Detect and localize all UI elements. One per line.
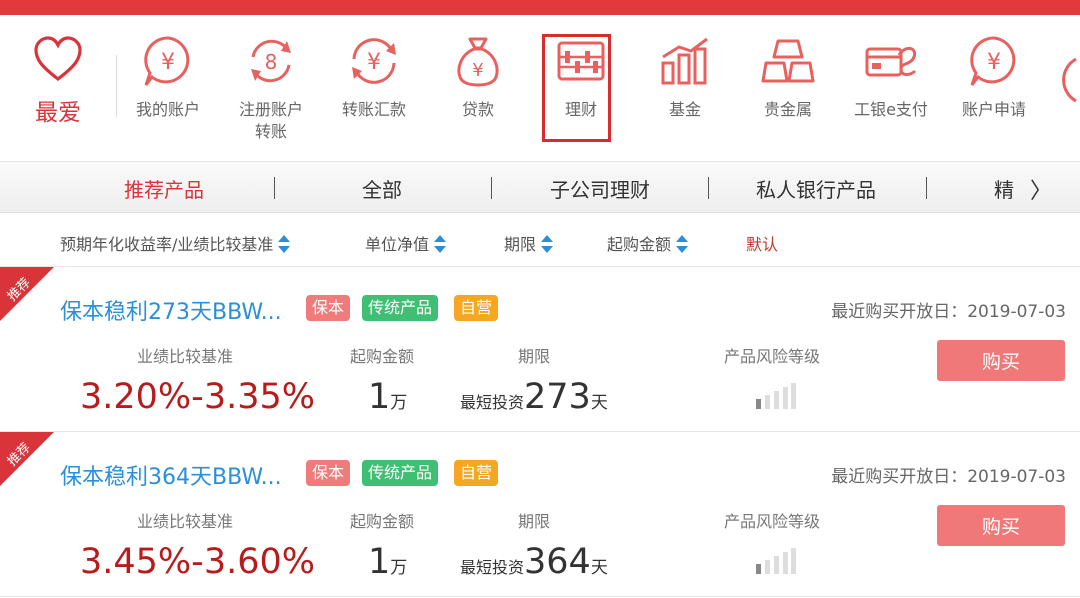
sort-by-yield[interactable]: 预期年化收益率/业绩比较基准 <box>60 231 291 255</box>
nav-transfer-remit[interactable]: ¥ 转账汇款 <box>322 33 426 121</box>
header-benchmark: 业绩比较基准 <box>137 512 234 531</box>
tag-traditional: 传统产品 <box>362 295 439 321</box>
term: 最短投资273天 <box>460 377 608 417</box>
recommend-ribbon: 推荐 <box>0 267 54 321</box>
risk-level-bars-icon <box>756 548 796 574</box>
tab-featured[interactable]: 精 <box>994 174 1014 203</box>
gold-bars-icon <box>761 39 815 83</box>
open-date: 最近购买开放日：2019-07-03 <box>831 467 1066 487</box>
sort-label: 起购金额 <box>607 235 672 254</box>
nav-label: 贵金属 <box>763 100 812 119</box>
category-tabs: 推荐产品 全部 子公司理财 私人银行产品 精 〉 <box>0 161 1080 213</box>
yen-bubble-icon: ¥ <box>144 36 190 86</box>
product-card[interactable]: 推荐 保本稳利273天BBW... 保本 传统产品 自营 最近购买开放日：201… <box>0 267 1080 432</box>
tabs-scroll-right-icon[interactable]: 〉 <box>1030 173 1052 205</box>
tab-divider <box>274 177 275 199</box>
service-icon-row: 最爱 ¥ 我的账户 8 注册账户 转账 ¥ 转账汇款 ¥ 贷款 理财 基金 贵金… <box>0 15 1080 161</box>
sort-arrows-icon <box>278 235 291 253</box>
nav-account-application[interactable]: ¥ 账户申请 <box>942 33 1046 121</box>
sort-bar: 预期年化收益率/业绩比较基准 单位净值 期限 起购金额 默认 <box>0 213 1080 267</box>
svg-text:¥: ¥ <box>987 50 1001 75</box>
tag-capital-guaranteed: 保本 <box>306 295 351 321</box>
selected-highlight-box <box>542 34 611 142</box>
open-date: 最近购买开放日：2019-07-03 <box>831 302 1066 322</box>
nav-label: 基金 <box>668 100 701 119</box>
heart-icon <box>34 36 82 82</box>
nav-label: 贷款 <box>461 100 494 119</box>
nav-label: 我的账户 <box>135 100 200 119</box>
tab-divider <box>708 177 709 199</box>
sort-label: 单位净值 <box>365 235 430 254</box>
favorites-item[interactable]: 最爱 <box>22 35 94 145</box>
sort-arrows-icon <box>434 235 447 253</box>
sort-by-min-amount[interactable]: 起购金额 <box>607 231 689 255</box>
tab-all[interactable]: 全部 <box>362 174 402 203</box>
partial-next-icon <box>1062 57 1077 103</box>
nav-registered-transfer[interactable]: 8 注册账户 转账 <box>219 33 323 143</box>
nav-label: 账户申请 <box>961 100 1026 119</box>
benchmark-rate: 3.45%-3.60% <box>80 542 316 582</box>
tab-recommended[interactable]: 推荐产品 <box>124 174 204 203</box>
favorites-label: 最爱 <box>35 100 81 126</box>
tag-self-operated: 自营 <box>454 295 499 321</box>
nav-label: 注册账户 转账 <box>238 100 303 141</box>
product-card[interactable]: 推荐 保本稳利364天BBW... 保本 传统产品 自营 最近购买开放日：201… <box>0 432 1080 597</box>
sort-arrows-icon <box>541 235 554 253</box>
tab-private-banking[interactable]: 私人银行产品 <box>756 174 876 203</box>
tag-self-operated: 自营 <box>454 460 499 486</box>
sort-label: 期限 <box>504 235 537 254</box>
header-min-amount: 起购金额 <box>350 347 415 366</box>
yen-cycle-icon: 8 <box>251 39 291 83</box>
tab-divider <box>926 177 927 199</box>
tag-traditional: 传统产品 <box>362 460 439 486</box>
top-red-bar <box>0 0 1080 15</box>
sort-arrows-icon <box>676 235 689 253</box>
yen-bubble-icon: ¥ <box>970 36 1016 86</box>
nav-loan[interactable]: ¥ 贷款 <box>426 33 530 121</box>
sort-by-term[interactable]: 期限 <box>504 231 554 255</box>
header-benchmark: 业绩比较基准 <box>137 347 234 366</box>
sort-default[interactable]: 默认 <box>746 231 778 255</box>
sort-by-nav[interactable]: 单位净值 <box>365 231 447 255</box>
transfer-yen-icon: ¥ <box>352 38 396 84</box>
term: 最短投资364天 <box>460 542 608 582</box>
risk-level-bars-icon <box>756 383 796 409</box>
money-bag-icon: ¥ <box>457 37 499 87</box>
product-name-link[interactable]: 保本稳利364天BBW... <box>60 459 282 491</box>
min-amount: 1万 <box>368 377 408 417</box>
nav-label: 工银e支付 <box>854 100 928 119</box>
header-term: 期限 <box>518 347 551 366</box>
benchmark-rate: 3.20%-3.35% <box>80 377 316 417</box>
nav-precious-metals[interactable]: 贵金属 <box>736 33 840 121</box>
recommend-ribbon: 推荐 <box>0 432 54 486</box>
header-risk-level: 产品风险等级 <box>724 347 821 366</box>
tab-subsidiary[interactable]: 子公司理财 <box>550 174 650 203</box>
svg-text:¥: ¥ <box>367 50 381 75</box>
nav-label: 转账汇款 <box>341 100 406 119</box>
nav-fund[interactable]: 基金 <box>633 33 737 121</box>
sort-label: 预期年化收益率/业绩比较基准 <box>60 235 274 254</box>
header-risk-level: 产品风险等级 <box>724 512 821 531</box>
nav-my-account[interactable]: ¥ 我的账户 <box>116 33 220 121</box>
bar-chart-icon <box>661 37 708 85</box>
buy-button[interactable]: 购买 <box>937 340 1065 381</box>
nav-icbc-epay[interactable]: 工银e支付 <box>839 33 943 121</box>
svg-text:¥: ¥ <box>472 60 483 81</box>
tab-divider <box>491 177 492 199</box>
svg-text:¥: ¥ <box>161 50 175 75</box>
card-pay-icon <box>865 46 917 77</box>
min-amount: 1万 <box>368 542 408 582</box>
tag-capital-guaranteed: 保本 <box>306 460 351 486</box>
product-name-link[interactable]: 保本稳利273天BBW... <box>60 294 282 326</box>
buy-button[interactable]: 购买 <box>937 505 1065 546</box>
svg-text:8: 8 <box>265 50 278 74</box>
header-min-amount: 起购金额 <box>350 512 415 531</box>
header-term: 期限 <box>518 512 551 531</box>
